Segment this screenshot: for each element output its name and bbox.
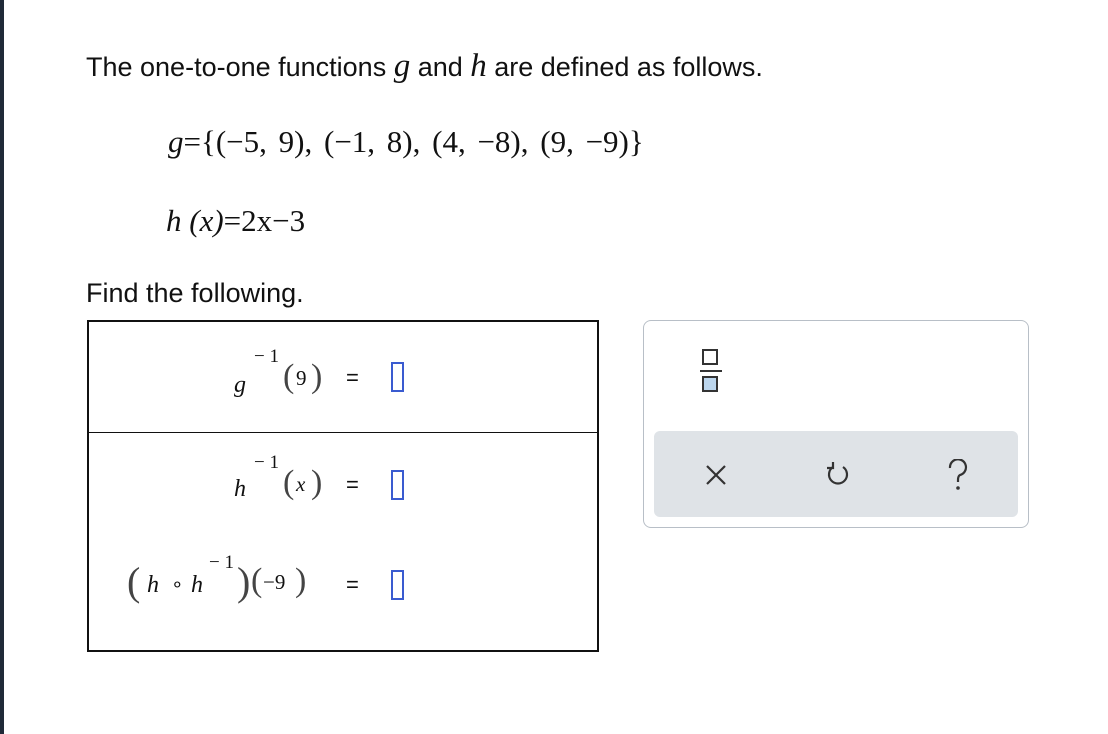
intro-and: and — [410, 52, 471, 82]
question-icon — [948, 459, 968, 490]
q2-inverse-exponent: − 1 — [254, 452, 279, 473]
fraction-numerator-box — [702, 349, 718, 365]
q3-equals: = — [346, 572, 359, 597]
clear-button[interactable] — [698, 457, 734, 493]
q3-arg-close-paren: ) — [295, 562, 307, 599]
fraction-icon[interactable] — [700, 349, 722, 397]
action-toolbar — [654, 431, 1018, 517]
h-arg: (x) — [189, 203, 224, 238]
g-set: ={(−5, 9), (−1, 8), (4, −8), (9, −9)} — [183, 124, 644, 159]
q2-close-paren: ) — [311, 464, 323, 501]
undo-button[interactable] — [820, 457, 856, 493]
intro-text: The one-to-one functions g and h are def… — [86, 48, 763, 85]
help-button[interactable] — [940, 457, 976, 493]
q3-arg-open-paren: ( — [251, 562, 263, 599]
q2-argument: x — [296, 472, 306, 496]
question-row-2: h − 1 ( x ) = — [89, 432, 597, 542]
q1-inverse-exponent: − 1 — [254, 346, 279, 367]
intro-h-var: h — [470, 48, 487, 84]
q3-answer-input[interactable] — [391, 570, 404, 600]
x-icon — [706, 465, 726, 485]
math-tools-panel — [643, 320, 1029, 528]
h-name: h — [166, 203, 182, 238]
q3-left-function: h — [147, 572, 159, 598]
q2-open-paren: ( — [283, 464, 295, 501]
intro-pre: The one-to-one functions — [86, 52, 394, 82]
q3-argument: −9 — [263, 570, 286, 594]
q1-open-paren: ( — [283, 358, 295, 395]
q1-answer-input[interactable] — [391, 362, 404, 392]
question-row-3: ( h ∘ h − 1 ) ( −9 ) = — [89, 542, 597, 652]
h-rhs: =2x−3 — [223, 203, 306, 238]
g-name: g — [168, 124, 184, 159]
q3-compose-symbol: ∘ — [171, 574, 184, 596]
q3-right-function: h — [191, 572, 203, 598]
q2-answer-input[interactable] — [391, 470, 404, 500]
undo-icon — [827, 462, 849, 485]
fraction-denominator-box — [702, 376, 718, 392]
find-prompt: Find the following. — [86, 278, 304, 308]
question-row-1: g − 1 ( 9 ) = — [89, 322, 597, 433]
q1-function: g — [234, 372, 246, 398]
question-table: g − 1 ( 9 ) = h − 1 ( x ) = ( h ∘ h − 1 … — [87, 320, 599, 652]
g-definition: g={(−5, 9), (−1, 8), (4, −8), (9, −9)} — [168, 124, 644, 160]
q3-outer-open-paren: ( — [127, 559, 141, 604]
h-definition: h (x)=2x−3 — [166, 203, 305, 239]
intro-g-var: g — [393, 48, 411, 84]
fraction-bar — [700, 370, 722, 372]
q3-outer-close-paren: ) — [237, 559, 251, 604]
q3-inverse-exponent: − 1 — [209, 552, 234, 573]
q2-function: h — [234, 476, 246, 502]
q1-argument: 9 — [296, 366, 307, 390]
intro-post: are defined as follows. — [486, 52, 763, 82]
q2-equals: = — [346, 472, 359, 497]
q1-equals: = — [346, 365, 359, 390]
window-edge — [0, 0, 4, 734]
q1-close-paren: ) — [311, 358, 323, 395]
